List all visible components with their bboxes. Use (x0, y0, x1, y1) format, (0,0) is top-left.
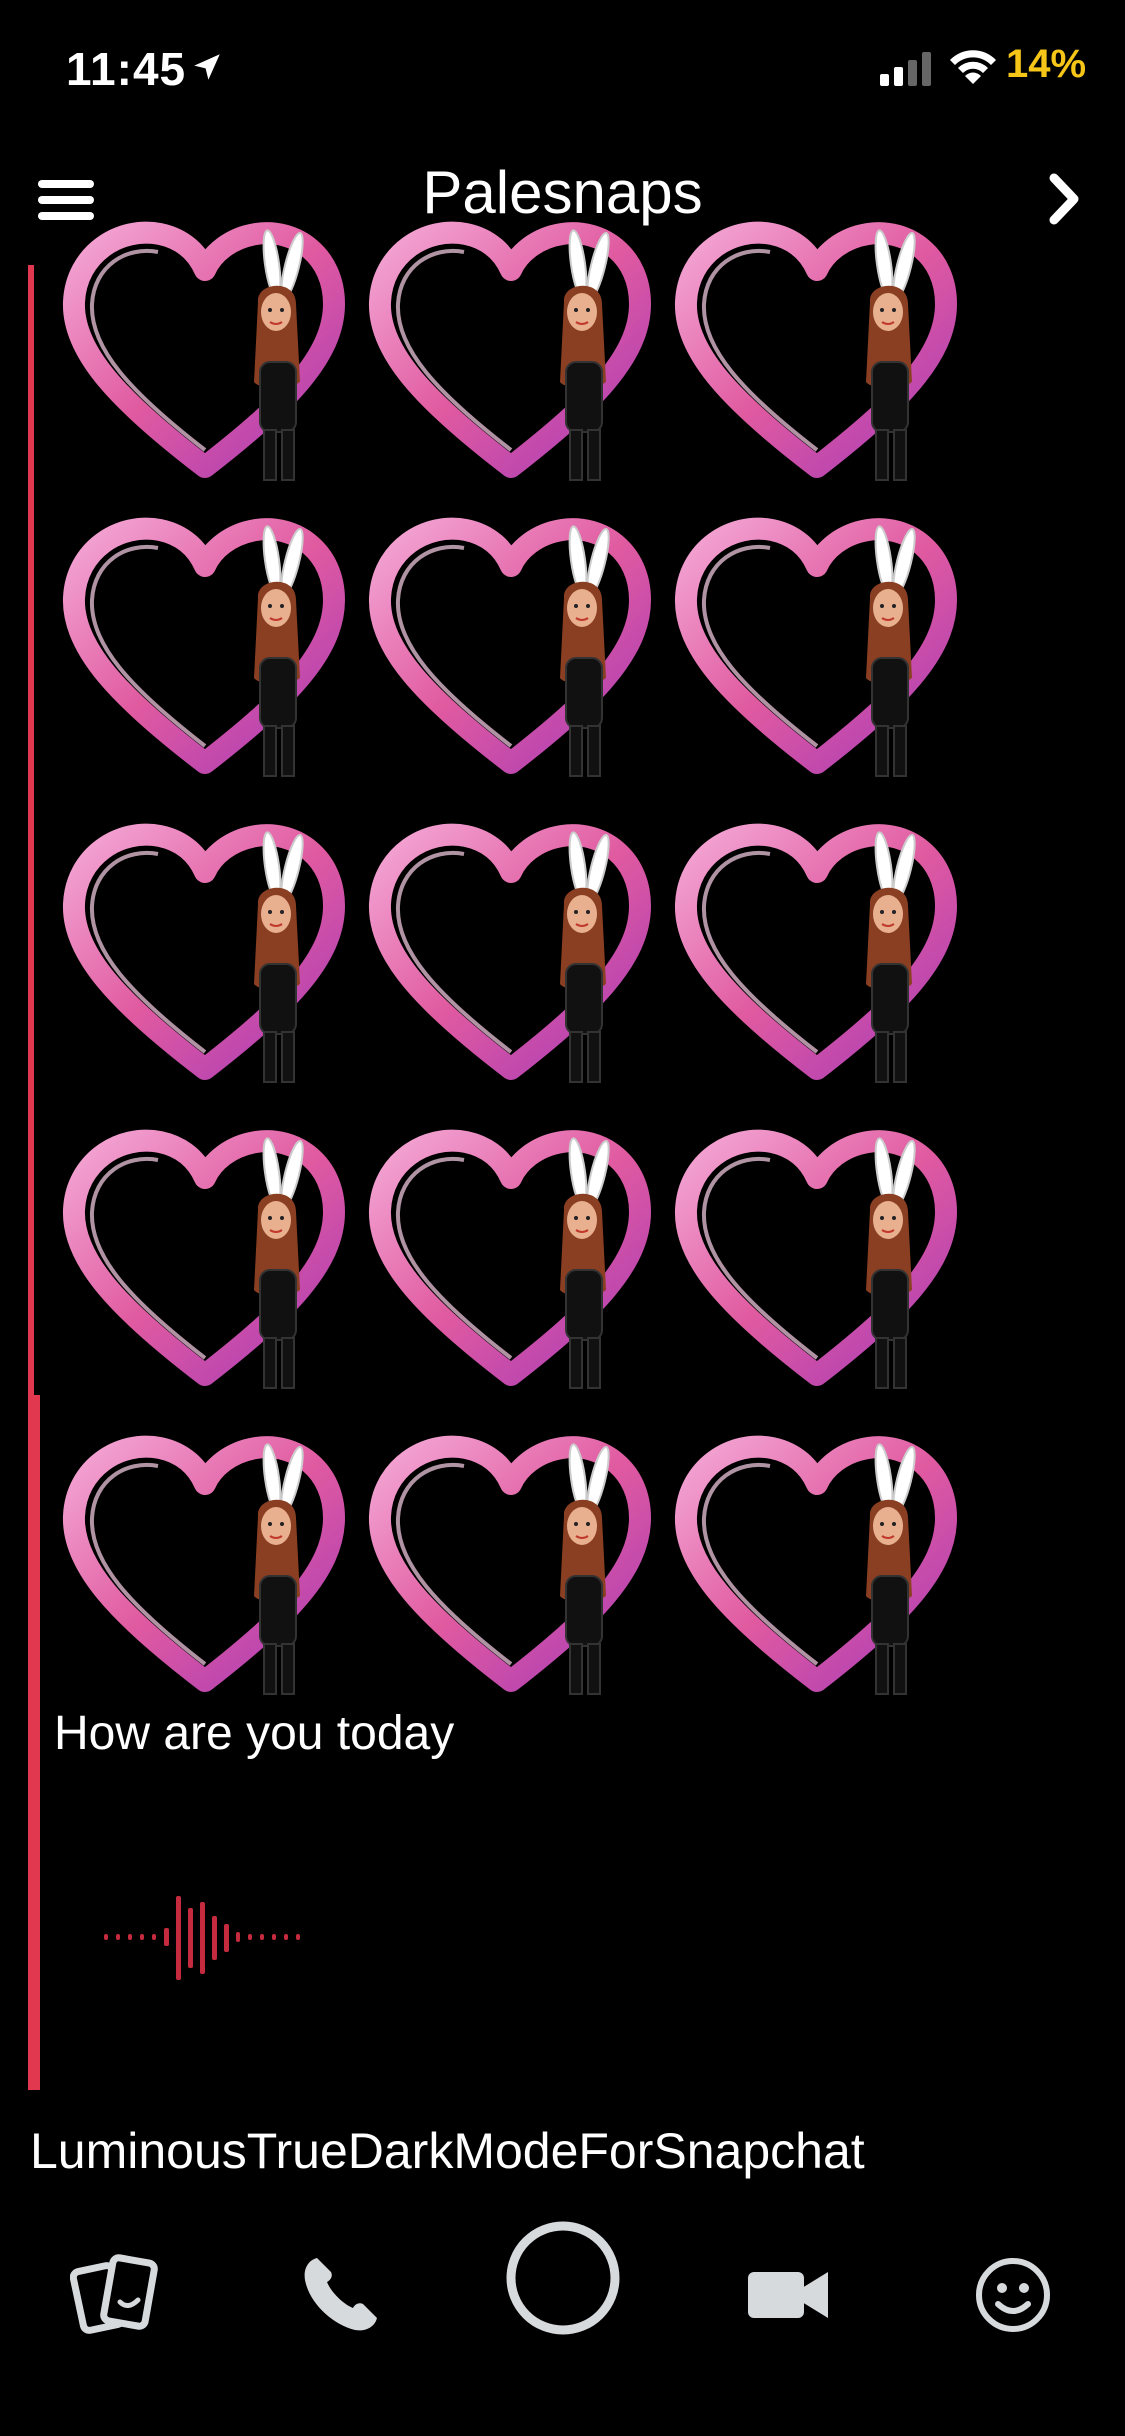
memories-icon[interactable] (70, 2250, 160, 2340)
heart-bunny-sticker[interactable] (366, 508, 656, 788)
heart-bunny-sticker[interactable] (60, 508, 350, 788)
sender-indicator-bar (28, 265, 34, 1395)
heart-bunny-sticker[interactable] (672, 212, 962, 492)
emoji-icon[interactable] (968, 2250, 1058, 2340)
chat-bottom-bar (0, 2200, 1125, 2436)
wifi-icon (950, 50, 996, 84)
heart-bunny-sticker[interactable] (366, 814, 656, 1094)
heart-bunny-sticker[interactable] (672, 508, 962, 788)
heart-bunny-sticker[interactable] (366, 1120, 656, 1400)
status-bar: 11:45 14% (0, 0, 1125, 140)
heart-bunny-sticker[interactable] (672, 1426, 962, 1706)
voice-note-waveform[interactable] (100, 1888, 320, 1988)
heart-bunny-sticker[interactable] (366, 212, 656, 492)
camera-shutter-button[interactable] (503, 2218, 623, 2338)
heart-bunny-sticker[interactable] (60, 1120, 350, 1400)
video-call-icon[interactable] (744, 2250, 834, 2340)
heart-bunny-sticker[interactable] (60, 814, 350, 1094)
heart-bunny-sticker[interactable] (672, 1120, 962, 1400)
heart-bunny-sticker[interactable] (366, 1426, 656, 1706)
location-arrow-icon (194, 54, 220, 80)
battery-percentage: 14% (1006, 42, 1087, 86)
heart-bunny-sticker[interactable] (60, 1426, 350, 1706)
signal-icon (880, 52, 931, 86)
chevron-right-icon[interactable] (1040, 164, 1090, 234)
heart-bunny-sticker[interactable] (672, 814, 962, 1094)
phone-icon[interactable] (295, 2250, 385, 2340)
caption-text: LuminousTrueDarkModeForSnapchat (30, 2123, 865, 2179)
chat-message: How are you today (54, 1707, 455, 1760)
sender-indicator-bar-active (28, 1395, 40, 2090)
heart-bunny-sticker[interactable] (60, 212, 350, 492)
status-time: 11:45 (66, 43, 187, 95)
